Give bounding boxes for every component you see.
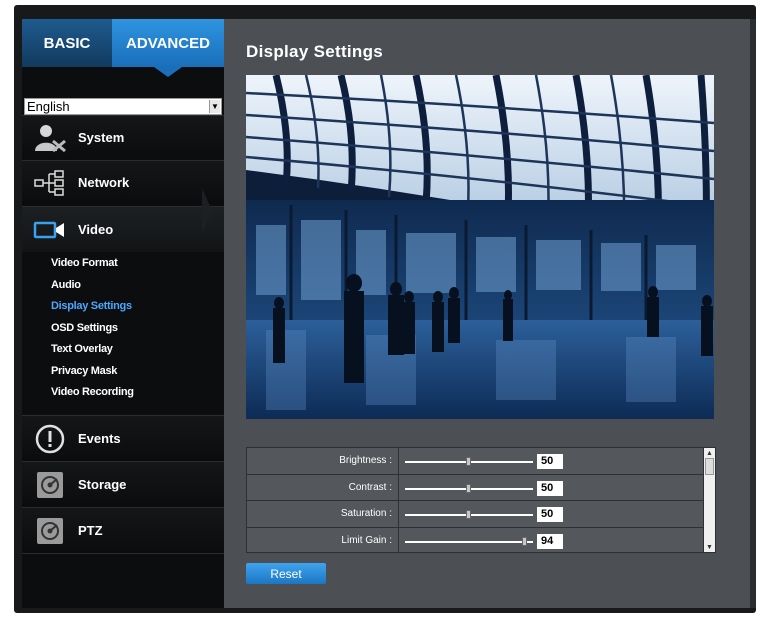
events-alert-icon [22,417,78,461]
sidebar-item-video[interactable]: Video [22,206,224,252]
saturation-value-input[interactable]: 50 [537,507,563,522]
submenu-display-settings[interactable]: Display Settings [22,296,224,318]
submenu-video-format[interactable]: Video Format [22,253,224,275]
window-edge [750,19,756,608]
tab-active-pointer [154,67,182,77]
contrast-slider-thumb[interactable] [466,483,471,493]
video-camera-icon [22,208,78,252]
camera-preview [246,75,714,419]
limit-gain-slider-thumb[interactable] [522,536,528,546]
sidebar-divider [22,553,224,554]
sidebar-item-label: Video [78,222,114,237]
ptz-icon [22,509,78,553]
sidebar-item-storage[interactable]: Storage [22,461,224,507]
scrollbar-thumb[interactable] [705,458,714,475]
reset-button[interactable]: Reset [246,563,326,584]
scroll-up-icon[interactable]: ▲ [706,450,713,457]
page-title: Display Settings [246,42,384,61]
setting-label: Saturation : [247,501,399,527]
sidebar-item-events[interactable]: Events [22,415,224,461]
brightness-slider-thumb[interactable] [466,457,471,466]
limit-gain-slider-track[interactable] [405,540,533,543]
saturation-slider-thumb[interactable] [466,510,471,519]
system-user-icon [22,116,78,160]
setting-row-saturation: Saturation : 50 [247,501,703,528]
sidebar: BASIC ADVANCED English ▼ System Network … [22,19,224,608]
sidebar-item-network[interactable]: Network [22,160,224,204]
contrast-value-input[interactable]: 50 [537,480,563,496]
language-select[interactable]: English ▼ [24,98,222,115]
language-selected-value: English [27,99,70,114]
brightness-value-input[interactable]: 50 [537,454,563,469]
submenu-privacy-mask[interactable]: Privacy Mask [22,361,224,383]
setting-label: Brightness : [247,448,399,474]
video-submenu: Video Format Audio Display Settings OSD … [22,253,224,404]
submenu-osd-settings[interactable]: OSD Settings [22,318,224,340]
sidebar-item-label: System [78,130,125,145]
setting-label: Limit Gain : [247,527,399,552]
chevron-down-icon[interactable]: ▼ [209,100,220,113]
setting-row-brightness: Brightness : 50 [247,448,703,475]
sidebar-item-label: Events [78,431,121,446]
tab-basic[interactable]: BASIC [22,19,112,67]
display-settings-table: Brightness : 50 Contrast : 50 Saturation… [246,447,716,553]
active-section-arrow [202,188,212,234]
storage-disk-icon [22,463,78,507]
submenu-video-recording[interactable]: Video Recording [22,382,224,404]
limit-gain-value-input[interactable]: 94 [537,533,563,549]
sidebar-item-label: Storage [78,477,127,492]
sidebar-item-label: Network [78,175,130,190]
submenu-text-overlay[interactable]: Text Overlay [22,339,224,361]
tab-basic-label: BASIC [43,34,91,52]
settings-scrollbar[interactable]: ▲ ▼ [703,448,715,552]
setting-label: Contrast : [247,474,399,500]
scroll-down-icon[interactable]: ▼ [706,544,713,551]
setting-row-contrast: Contrast : 50 [247,474,703,501]
tab-advanced-label: ADVANCED [126,34,210,52]
submenu-audio[interactable]: Audio [22,275,224,297]
tab-advanced[interactable]: ADVANCED [112,19,224,67]
sidebar-item-label: PTZ [78,523,103,538]
sidebar-item-system[interactable]: System [22,115,224,159]
network-icon [22,161,78,205]
setting-row-limit-gain: Limit Gain : 94 [247,527,703,552]
sidebar-item-ptz[interactable]: PTZ [22,507,224,553]
